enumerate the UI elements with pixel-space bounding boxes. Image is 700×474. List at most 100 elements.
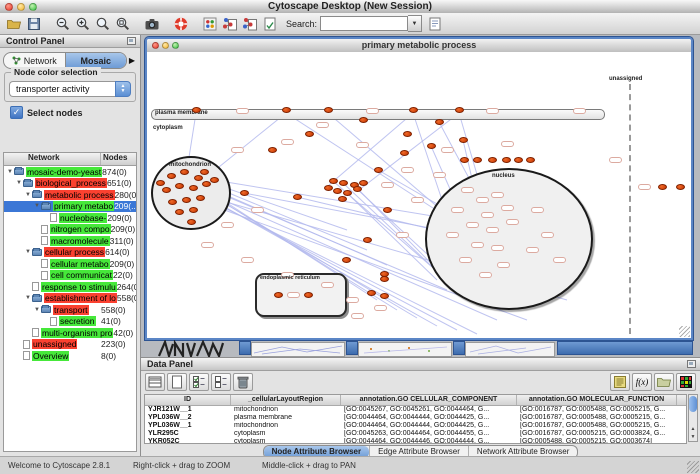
network-node[interactable] xyxy=(200,169,209,175)
tree-row[interactable]: macromolecule311(0) xyxy=(4,235,136,247)
search-config-button[interactable] xyxy=(425,15,445,33)
network-node[interactable] xyxy=(182,197,191,203)
tree-expander-icon[interactable]: ▼ xyxy=(24,249,32,255)
network-node[interactable] xyxy=(210,177,219,183)
tree-row[interactable]: multi-organism pro42(0) xyxy=(4,327,136,339)
network-node[interactable] xyxy=(460,157,469,163)
tree-row[interactable]: nucleobase-209(0) xyxy=(4,212,136,224)
network-node[interactable] xyxy=(409,107,418,113)
column-header[interactable]: annotation.GO MOLECULAR_FUNCTION xyxy=(517,395,677,405)
create-attribute-button[interactable] xyxy=(167,373,187,391)
table-cell[interactable]: [GO:0016787, GO:0005488, GO:0005215, G..… xyxy=(517,406,677,414)
scrollbar-thumb[interactable] xyxy=(689,396,697,412)
network-node[interactable] xyxy=(526,157,535,163)
tree-row[interactable]: ▼establishment of lo558(0) xyxy=(4,293,136,305)
combo-stepper-icon[interactable]: ▲ ▼ xyxy=(115,81,131,97)
tree-row[interactable]: ▼transport558(0) xyxy=(4,304,136,316)
background-window-sliver[interactable] xyxy=(557,341,693,355)
tree-row[interactable]: ▼primary metabo209(... xyxy=(4,201,136,213)
select-attributes-button[interactable] xyxy=(189,373,209,391)
network-node[interactable] xyxy=(240,190,249,196)
table-cell[interactable]: YKR052C xyxy=(145,438,231,444)
network-node[interactable] xyxy=(194,175,203,181)
tab-overflow-arrow-icon[interactable]: ▶ xyxy=(127,56,137,65)
tab-node-attribute-browser[interactable]: Node Attribute Browser xyxy=(264,446,370,456)
column-header[interactable]: ID xyxy=(145,395,231,405)
tab-edge-attribute-browser[interactable]: Edge Attribute Browser xyxy=(369,446,468,456)
table-cell[interactable]: [GO:0045263, GO:0044464, GO:0044455, G..… xyxy=(341,430,517,438)
tree-expander-icon[interactable]: ▼ xyxy=(33,307,41,313)
tree-row[interactable]: nitrogen compo209(0) xyxy=(4,224,136,236)
tree-row[interactable]: cellular metabo209(0) xyxy=(4,258,136,270)
search-input[interactable] xyxy=(320,16,408,31)
table-cell[interactable]: [GO:0016787, GO:0005215, GO:0003824, G..… xyxy=(517,430,677,438)
network-node[interactable] xyxy=(202,181,211,187)
network-node[interactable] xyxy=(658,184,667,190)
tree-row[interactable]: ▼metabolic process280(0) xyxy=(4,189,136,201)
table-cell[interactable]: plasma membrane xyxy=(231,414,341,422)
network-node[interactable] xyxy=(339,180,348,186)
save-session-button[interactable] xyxy=(24,15,44,33)
tree-row[interactable]: Overview8(0) xyxy=(4,350,136,362)
snapshot-button[interactable] xyxy=(142,15,162,33)
delete-attribute-button[interactable] xyxy=(233,373,253,391)
network-node[interactable] xyxy=(380,293,389,299)
zoom-fit-button[interactable] xyxy=(113,15,133,33)
network-node[interactable] xyxy=(196,195,205,201)
table-cell[interactable]: mitochondrion xyxy=(231,422,341,430)
network-node[interactable] xyxy=(189,207,198,213)
network-node[interactable] xyxy=(459,137,468,143)
network-node[interactable] xyxy=(363,237,372,243)
unselect-attributes-button[interactable] xyxy=(211,373,231,391)
node-color-attribute-select[interactable]: transporter activity ▲ ▼ xyxy=(9,81,131,97)
tree-row[interactable]: cell communicat22(0) xyxy=(4,270,136,282)
network-node[interactable] xyxy=(338,196,347,202)
tree-row[interactable]: ▼mosaic-demo-yeast874(0) xyxy=(4,166,136,178)
table-cell[interactable]: mitochondrion xyxy=(231,406,341,414)
tree-row[interactable]: secretion41(0) xyxy=(4,316,136,328)
heatmap-button[interactable] xyxy=(676,373,696,391)
tab-mosaic[interactable]: Mosaic xyxy=(65,53,127,68)
tree-row[interactable]: response to stimulu264(0) xyxy=(4,281,136,293)
table-cell[interactable]: YLR295C xyxy=(145,430,231,438)
network-node[interactable] xyxy=(324,107,333,113)
tree-col-nodes[interactable]: Nodes xyxy=(101,153,136,165)
network-node[interactable] xyxy=(156,180,165,186)
network-node[interactable] xyxy=(676,184,685,190)
float-panel-icon[interactable] xyxy=(127,37,136,45)
network-node[interactable] xyxy=(374,167,383,173)
network-node[interactable] xyxy=(455,107,464,113)
network-node[interactable] xyxy=(274,292,283,298)
tree-row[interactable]: unassigned223(0) xyxy=(4,339,136,351)
tree-expander-icon[interactable]: ▼ xyxy=(33,203,41,209)
network-node[interactable] xyxy=(400,150,409,156)
table-cell[interactable]: cytoplasm xyxy=(231,438,341,444)
attribute-editor-button[interactable] xyxy=(610,373,630,391)
network-node[interactable] xyxy=(293,194,302,200)
network-node[interactable] xyxy=(162,187,171,193)
background-window-sliver[interactable] xyxy=(346,341,358,355)
table-row[interactable]: YPL036W__1mitochondrion[GO:0044464, GO:0… xyxy=(145,422,686,430)
network-node[interactable] xyxy=(282,107,291,113)
network-node[interactable] xyxy=(427,143,436,149)
tree-expander-icon[interactable]: ▼ xyxy=(15,180,23,186)
zoom-in-button[interactable] xyxy=(73,15,93,33)
network-node[interactable] xyxy=(189,185,198,191)
import-table-button[interactable] xyxy=(240,15,260,33)
table-cell[interactable]: [GO:0044464, GO:0044446, GO:0044444, G..… xyxy=(341,438,517,444)
network-node[interactable] xyxy=(380,276,389,282)
network-node[interactable] xyxy=(268,147,277,153)
table-cell[interactable]: [GO:0045267, GO:0045261, GO:0044464, G..… xyxy=(341,406,517,414)
annotations-button[interactable] xyxy=(260,15,280,33)
table-row[interactable]: YJR121W__1mitochondrion[GO:0045267, GO:0… xyxy=(145,406,686,414)
scroll-up-icon[interactable]: ▲ xyxy=(689,425,697,433)
window-resize-grip[interactable] xyxy=(687,461,699,473)
search-dropdown-arrow-icon[interactable]: ▼ xyxy=(408,15,422,32)
network-node[interactable] xyxy=(187,219,196,225)
table-cell[interactable]: YPL036W__1 xyxy=(145,422,231,430)
network-node[interactable] xyxy=(180,169,189,175)
import-attributes-button[interactable] xyxy=(654,373,674,391)
attribute-grid-button[interactable] xyxy=(145,373,165,391)
table-row[interactable]: YKR052Ccytoplasm[GO:0044464, GO:0044446,… xyxy=(145,438,686,444)
background-window-sliver[interactable] xyxy=(251,342,345,357)
